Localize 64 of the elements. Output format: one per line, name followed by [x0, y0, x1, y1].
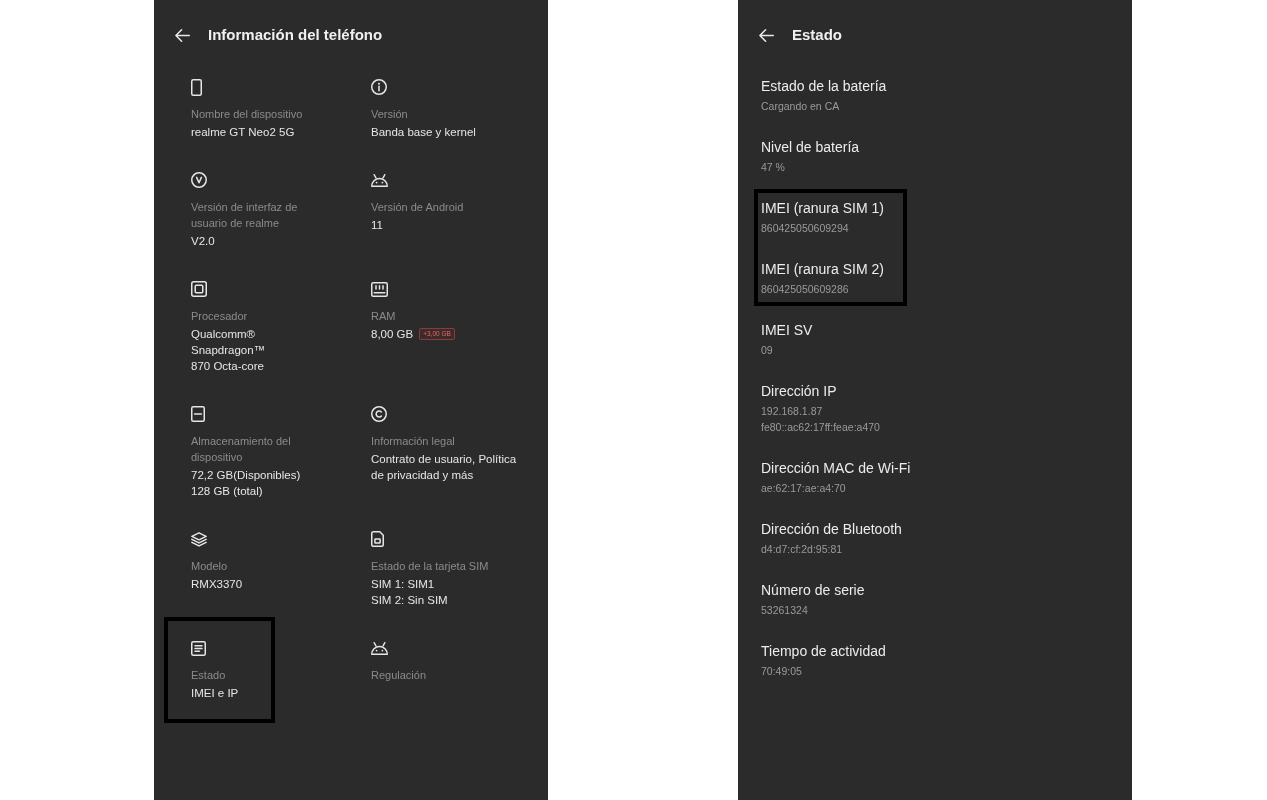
row-value: fe80::ac62:17ff:feae:a470 — [761, 420, 880, 435]
item-value: 870 Octa-core — [191, 359, 264, 374]
item-value: Banda base y kernel — [371, 125, 476, 140]
row-title: Dirección de Bluetooth — [761, 520, 902, 539]
item-value: SIM 1: SIM1 — [371, 577, 435, 592]
chip-icon — [191, 281, 207, 297]
row-value: ae:62:17:ae:a4:70 — [761, 481, 846, 496]
layers-icon — [191, 531, 207, 547]
screen-title: Estado — [792, 25, 842, 45]
item-value: 11 — [371, 218, 383, 233]
item-label: Nombre del dispositivo — [191, 107, 303, 122]
item-label: Versión de interfaz de usuario de realme — [191, 200, 299, 231]
row-title: IMEI (ranura SIM 2) — [761, 260, 884, 279]
v-circle-icon — [191, 172, 207, 188]
row-title: IMEI (ranura SIM 1) — [761, 199, 884, 218]
item-label: Estado de la tarjeta SIM — [371, 559, 489, 574]
item-label: Regulación — [371, 668, 427, 683]
document-icon — [191, 640, 206, 656]
row-value: 53261324 — [761, 603, 808, 618]
android-icon — [371, 641, 388, 655]
row-value: 70:49:05 — [761, 664, 802, 679]
item-label: Versión — [371, 107, 408, 122]
item-label: Modelo — [191, 559, 228, 574]
item-label: Procesador — [191, 309, 248, 324]
row-title: Número de serie — [761, 581, 865, 600]
row-value: d4:d7:cf:2d:95:81 — [761, 542, 843, 557]
item-value: IMEI e IP — [191, 686, 239, 701]
item-value: Contrato de usuario, Política de privacidad y más — [371, 452, 518, 483]
item-value: SIM 2: Sin SIM — [371, 593, 448, 608]
row-title: IMEI SV — [761, 321, 813, 340]
row-title: Nivel de batería — [761, 138, 860, 157]
square-bar-icon — [191, 406, 205, 422]
item-value: Qualcomm® — [191, 327, 256, 342]
item-label: RAM — [371, 309, 396, 324]
item-label: Versión de Android — [371, 200, 464, 215]
screen-title: Información del teléfono — [208, 25, 383, 45]
row-value: Cargando en CA — [761, 99, 840, 114]
item-label: Almacenamiento del dispositivo — [191, 434, 292, 465]
row-title: Dirección IP — [761, 382, 837, 401]
row-value: 860425050609294 — [761, 221, 849, 236]
row-title: Estado de la batería — [761, 77, 887, 96]
row-value: 47 % — [761, 160, 785, 175]
item-value: RMX3370 — [191, 577, 243, 592]
item-value: Snapdragon™ — [191, 343, 266, 358]
item-value: 72,2 GB(Disponibles) — [191, 468, 301, 483]
copyright-icon — [371, 406, 387, 422]
back-arrow-icon[interactable] — [175, 28, 190, 42]
row-title: Tiempo de actividad — [761, 642, 886, 661]
item-label: Estado — [191, 668, 226, 683]
item-value: V2.0 — [191, 234, 215, 249]
item-value: realme GT Neo2 5G — [191, 125, 295, 140]
row-title: Dirección MAC de Wi-Fi — [761, 459, 911, 478]
row-value: 09 — [761, 343, 773, 358]
info-icon — [371, 79, 387, 95]
sim-card-icon — [371, 531, 384, 547]
android-icon — [371, 173, 388, 187]
back-arrow-icon[interactable] — [759, 28, 774, 42]
item-value: 128 GB (total) — [191, 484, 263, 499]
row-value: 860425050609286 — [761, 282, 849, 297]
phone-icon — [191, 78, 202, 96]
item-label: Información legal — [371, 434, 455, 449]
row-value: 192.168.1.87 — [761, 404, 823, 419]
memory-module-icon — [371, 281, 388, 297]
item-value: 8,00 GB — [371, 327, 414, 342]
